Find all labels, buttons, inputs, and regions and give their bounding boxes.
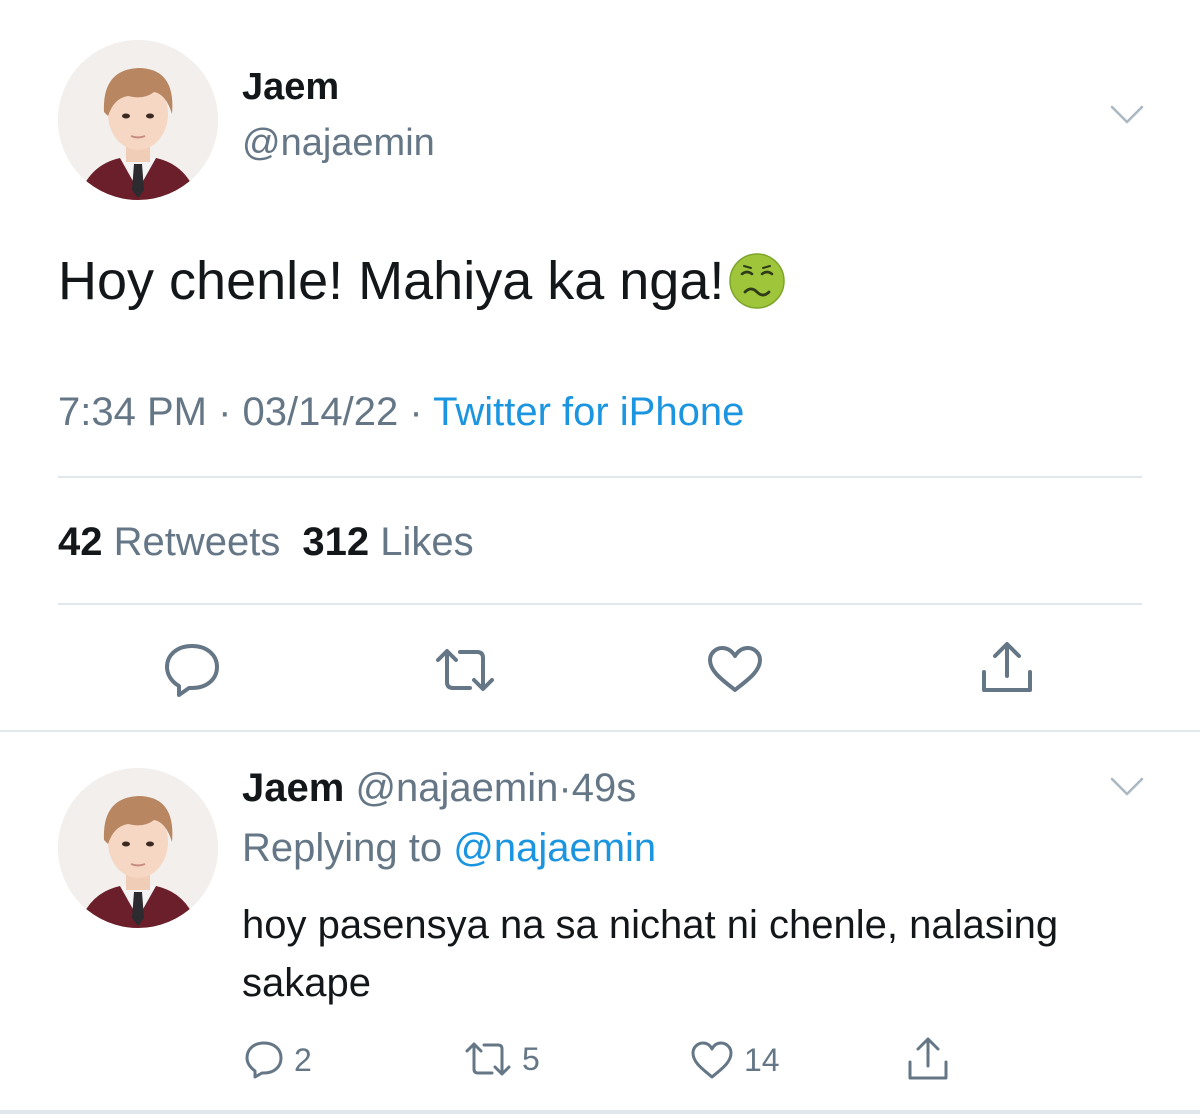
author-handle[interactable]: @najaemin [242,122,435,165]
like-count: 312 [302,520,370,564]
heart-outline-icon [708,646,762,692]
tweet-meta: 7:34 PM · 03/14/22 · Twitter for iPhone [58,390,744,435]
like-button[interactable]: 14 [690,1040,780,1080]
speech-bubble-icon [244,1040,284,1080]
chevron-down-icon[interactable] [1110,776,1144,798]
divider [0,1110,1200,1114]
share-upload-icon [906,1036,950,1082]
retweet-count: 5 [522,1040,540,1077]
replying-handle-link[interactable]: @najaemin [453,826,656,870]
engagement-stats: 42 Retweets 312 Likes [58,520,474,565]
share-button[interactable] [978,640,1036,696]
retweet-label: Retweets [113,520,281,564]
replying-label: Replying to [242,826,443,870]
speech-bubble-icon [165,644,219,697]
share-upload-icon [982,642,1032,692]
reply-text: hoy pasensya na sa nichat ni chenle, nal… [242,903,1059,1005]
tweet-detail-page: Jaem @najaemin Hoy chenle! Mahiya ka nga… [0,0,1200,1114]
likes-stat[interactable]: 312 Likes [302,520,473,564]
reply-button[interactable]: 2 [244,1040,312,1080]
like-label: Likes [380,520,474,564]
meta-separator: · [218,390,232,434]
like-count: 14 [744,1041,780,1078]
retweet-arrows-icon [464,1040,512,1078]
retweet-count: 42 [58,520,103,564]
avatar-portrait-image [58,40,218,200]
chevron-down-icon[interactable] [1110,104,1144,126]
reply-count: 2 [294,1041,312,1078]
tweet-text-content: Hoy chenle! Mahiya ka nga! [58,251,725,311]
divider [58,603,1142,605]
share-button[interactable] [906,1036,950,1082]
tweet-text: Hoy chenle! Mahiya ka nga! [58,250,786,312]
tweet-date: 03/14/22 [242,390,399,434]
avatar[interactable] [58,40,218,200]
tweet-elapsed-time: 49s [571,766,637,810]
meta-separator: · [409,390,423,434]
section-divider [0,730,1200,732]
heart-outline-icon [690,1040,734,1080]
retweet-button[interactable] [434,646,496,694]
retweet-arrows-icon [436,649,494,691]
author-handle[interactable]: @najaemin [355,766,558,810]
retweets-stat[interactable]: 42 Retweets [58,520,280,564]
author-name[interactable]: Jaem [242,66,339,109]
author-name[interactable]: Jaem [242,766,344,810]
reply-header: Jaem @najaemin·49s [242,766,636,811]
replying-to: Replying to @najaemin [242,826,656,871]
tweet-source-link[interactable]: Twitter for iPhone [433,390,744,434]
avatar[interactable] [58,768,218,928]
reply-button[interactable] [162,642,222,698]
avatar-portrait-image [58,768,218,928]
like-button[interactable] [706,644,764,694]
retweet-button[interactable]: 5 [464,1040,540,1078]
divider [58,476,1142,478]
tweet-time: 7:34 PM [58,390,207,434]
nauseated-face-emoji-icon [728,252,786,310]
meta-separator: · [558,766,572,810]
